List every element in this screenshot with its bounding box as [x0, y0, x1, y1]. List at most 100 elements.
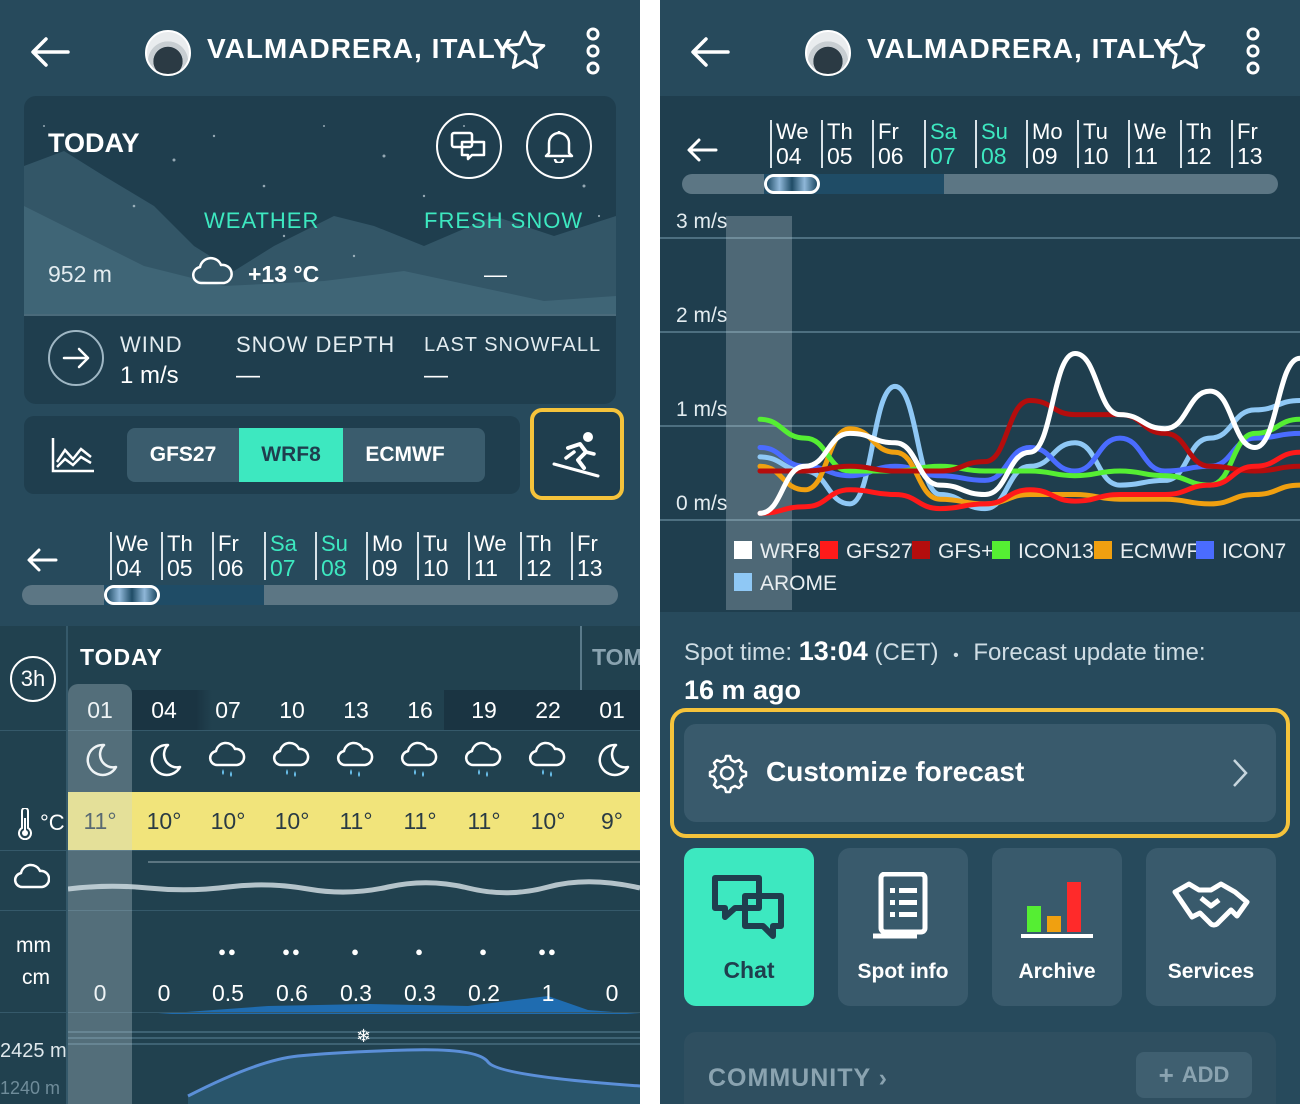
meta-separator: •	[953, 647, 959, 664]
plus-icon: +	[1158, 1059, 1174, 1090]
model-option-ecmwf[interactable]: ECMWF	[343, 428, 467, 482]
day-tab-dow: Th	[526, 531, 552, 556]
day-tab-fr-06[interactable]: Fr 06	[212, 532, 264, 580]
model-option-wrf8[interactable]: WRF8	[239, 428, 343, 482]
day-scroll-back-icon[interactable]	[26, 546, 58, 574]
day-tab-dow: Fr	[1237, 119, 1258, 144]
day-tab-fr-06[interactable]: Fr 06	[872, 120, 924, 168]
day-tab-fr-13[interactable]: Fr 13	[571, 532, 623, 580]
day-tab-date: 05	[827, 143, 853, 169]
chart-compare-icon[interactable]	[50, 436, 96, 474]
forecast-weather-icon	[196, 730, 260, 792]
raindrop-icon: ●●	[538, 944, 558, 959]
bar-chart-icon	[1021, 882, 1093, 938]
day-tab-dow: Tu	[423, 531, 448, 556]
spot-avatar	[145, 30, 191, 76]
day-tab-th-05[interactable]: Th 05	[161, 532, 213, 580]
forecast-time: 22	[535, 696, 561, 723]
forecast-temperature: 10°	[146, 807, 182, 834]
legend-label: WRF8	[760, 540, 820, 563]
day-tab-dow: Sa	[270, 531, 297, 556]
day-tab-tu-10[interactable]: Tu 10	[1077, 120, 1129, 168]
cloud-layer-graphic	[68, 861, 640, 896]
day-scrubber[interactable]	[682, 174, 1278, 194]
services-tile[interactable]: Services	[1146, 848, 1276, 1006]
forecast-weather-icon	[260, 730, 324, 792]
day-tab-th-05[interactable]: Th 05	[821, 120, 873, 168]
day-tab-date: 04	[116, 555, 142, 581]
favorite-star-icon[interactable]	[1162, 28, 1208, 74]
update-time-value: 16 m ago	[684, 675, 802, 705]
day-scrubber[interactable]	[22, 585, 618, 605]
moon-icon	[150, 743, 182, 777]
snow-depth-value: —	[236, 362, 260, 389]
back-arrow-icon[interactable]	[688, 30, 732, 74]
day-tab-dow: Mo	[1032, 119, 1063, 144]
chat-tile[interactable]: Chat	[684, 848, 814, 1006]
ski-mode-button[interactable]	[530, 408, 624, 500]
day-tab-su-08[interactable]: Su 08	[975, 120, 1027, 168]
day-tab-dow: Su	[321, 531, 348, 556]
top-bar: VALMADRERA, ITALY	[660, 0, 1300, 100]
archive-tile[interactable]: Archive	[992, 848, 1122, 1006]
scrubber-handle[interactable]	[104, 585, 160, 605]
forecast-temperature: 11°	[403, 807, 437, 834]
model-option-gfs27[interactable]: GFS27	[127, 428, 239, 482]
alerts-button[interactable]	[526, 113, 592, 179]
add-community-button[interactable]: + ADD	[1136, 1052, 1252, 1098]
interval-toggle[interactable]: 3h	[10, 656, 56, 702]
day-tab-sa-07[interactable]: Sa 07	[924, 120, 976, 168]
spot-time-value: 13:04	[798, 636, 868, 666]
forecast-time: 19	[471, 696, 497, 723]
freezing-level-graph: ❄	[68, 1026, 640, 1104]
day-tab-date: 09	[372, 555, 398, 581]
chat-bubbles-button[interactable]	[436, 113, 502, 179]
day-tab-dow: Mo	[372, 531, 403, 556]
more-menu-icon[interactable]	[1242, 26, 1264, 76]
today-section-label: TODAY	[80, 644, 163, 670]
day-tab-su-08[interactable]: Su 08	[315, 532, 367, 580]
legend-swatch	[1196, 541, 1214, 559]
day-strip: We 04 Th 05 Fr 06 Sa 07 Su 08 Mo 09 Tu 10 We 11 Th 12 Fr 13	[770, 120, 1290, 180]
day-tab-fr-13[interactable]: Fr 13	[1231, 120, 1283, 168]
day-tab-tu-10[interactable]: Tu 10	[417, 532, 469, 580]
day-scroll-back-icon[interactable]	[686, 136, 718, 164]
day-tab-date: 07	[930, 143, 956, 169]
customize-forecast-button[interactable]: Customize forecast	[684, 724, 1276, 822]
day-tab-we-04[interactable]: We 04	[110, 532, 162, 580]
rain-cloud-icon	[336, 741, 374, 777]
day-tab-dow: Fr	[218, 531, 239, 556]
day-tab-we-04[interactable]: We 04	[770, 120, 822, 168]
bell-icon	[544, 131, 574, 163]
freezing-level-next: 1240 m	[0, 1078, 61, 1098]
chart-y-tick-label: 2 m/s	[676, 304, 727, 327]
forecast-temperature: 11°	[339, 807, 373, 834]
forecast-weather-icon	[452, 730, 516, 792]
day-tab-mo-09[interactable]: Mo 09	[366, 532, 418, 580]
spot-info-tile[interactable]: Spot info	[838, 848, 968, 1006]
community-title[interactable]: COMMUNITY ›	[708, 1064, 888, 1093]
handshake-icon	[1172, 881, 1250, 928]
day-tab-dow: Th	[827, 119, 853, 144]
day-tab-date: 09	[1032, 143, 1058, 169]
chart-y-tick-label: 3 m/s	[676, 210, 727, 233]
chat-icon	[712, 875, 784, 939]
forecast-time: 01	[599, 696, 625, 723]
more-menu-icon[interactable]	[582, 26, 604, 76]
forecast-temperature: 10°	[274, 807, 310, 834]
day-tab-date: 11	[474, 555, 498, 581]
favorite-star-icon[interactable]	[502, 28, 548, 74]
day-tab-date: 11	[1134, 143, 1158, 169]
day-tab-mo-09[interactable]: Mo 09	[1026, 120, 1078, 168]
forecast-weather-icon	[324, 730, 388, 792]
last-snowfall-value: —	[424, 362, 448, 389]
scrubber-handle[interactable]	[764, 174, 820, 194]
raindrop-icon: ●	[351, 944, 361, 959]
day-tab-we-11[interactable]: We 11	[468, 532, 520, 580]
day-tab-we-11[interactable]: We 11	[1128, 120, 1180, 168]
day-tab-th-12[interactable]: Th 12	[1180, 120, 1232, 168]
day-tab-th-12[interactable]: Th 12	[520, 532, 572, 580]
legend-swatch	[1094, 541, 1112, 559]
back-arrow-icon[interactable]	[28, 30, 72, 74]
day-tab-sa-07[interactable]: Sa 07	[264, 532, 316, 580]
